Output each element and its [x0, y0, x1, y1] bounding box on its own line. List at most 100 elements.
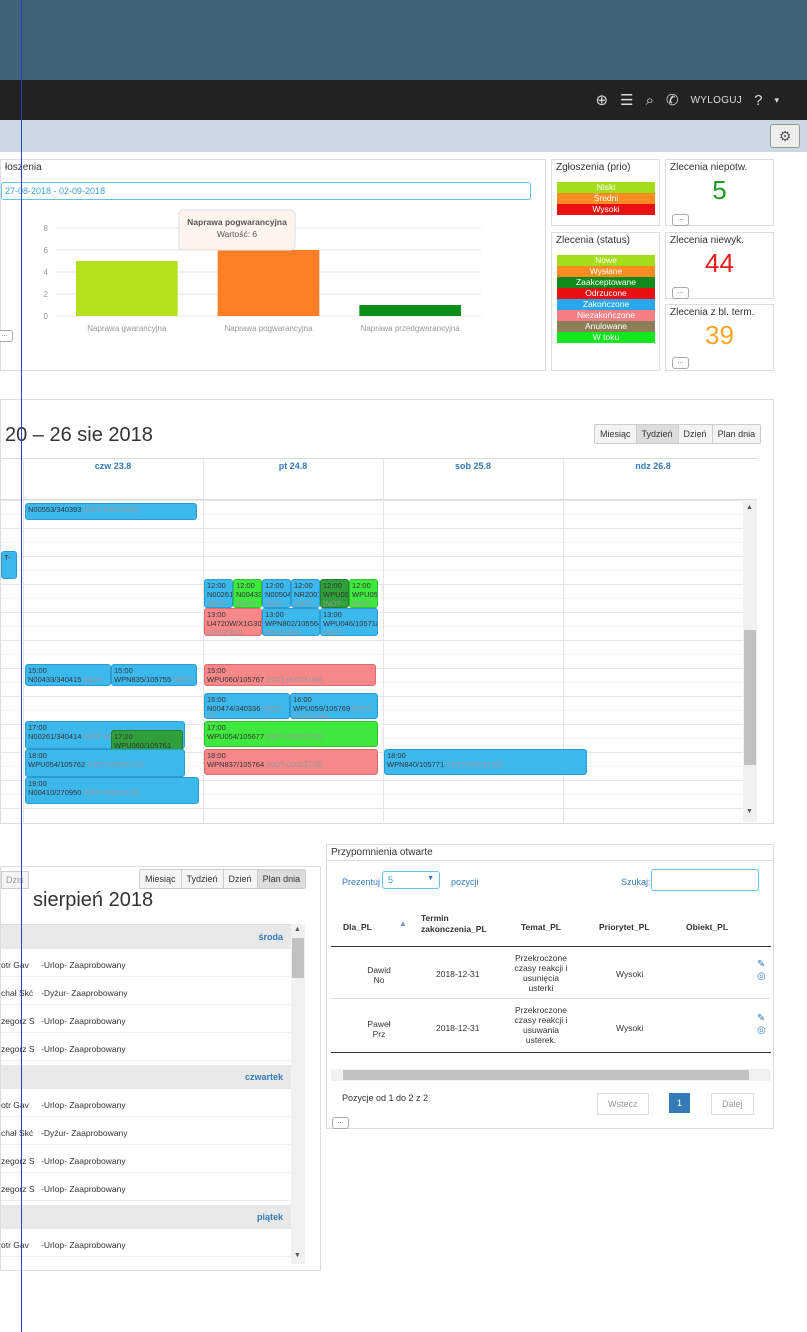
edit-icon[interactable]: ✎	[757, 959, 765, 970]
date-range-input[interactable]: 27-08-2018 - 02-09-2018	[1, 182, 531, 200]
view-day-button[interactable]: Dzień	[678, 425, 713, 443]
chevron-down-icon[interactable]: ▾	[774, 95, 779, 106]
view-week-button[interactable]: Tydzień	[636, 425, 679, 443]
event-code: (NOT-	[323, 599, 344, 608]
col-header[interactable]: Obiekt_PL	[686, 922, 728, 932]
plan-list: środa otr Gav -Urlop- Zaaprobowany chał Skć…	[1, 924, 291, 1264]
view-month-button[interactable]: Miesiąc	[140, 870, 182, 888]
navbar: ⊕ ☰ ⌕ ✆ WYLOGUJ ? ▾	[0, 80, 807, 120]
cell-prio: Wysoki	[616, 1023, 644, 1033]
calendar-event[interactable]: 12:00NR2007/ (NOT-	[291, 579, 320, 608]
calendar-event[interactable]: 12:00 N00261/ (NOT-	[204, 579, 233, 608]
stat-value: 44	[705, 248, 734, 278]
col-header[interactable]: Temat_PL	[521, 922, 561, 932]
check-circle-icon[interactable]: ◎	[757, 1025, 766, 1036]
scroll-up-icon[interactable]: ▲	[746, 504, 753, 511]
scroll-thumb[interactable]	[343, 1070, 749, 1080]
calendar-event[interactable]: 18:00 WPN837/105764 (NOT-00003176)	[204, 749, 378, 775]
scroll-down-icon[interactable]: ▼	[294, 1252, 301, 1259]
search-icon[interactable]: ⌕	[646, 92, 654, 109]
calendar-event[interactable]: 13:00 WPU046/105718 (NOT-	[320, 608, 378, 636]
plan-entry[interactable]: chał Skć -Dyżur- Zaaprobowany	[1, 981, 291, 1005]
prev-page-button[interactable]: Wstecz	[597, 1093, 649, 1115]
check-circle-icon[interactable]: ◎	[757, 971, 766, 982]
bar[interactable]	[76, 261, 178, 316]
more-button[interactable]: ...	[672, 287, 689, 299]
col-header[interactable]: Priorytet_PL	[599, 922, 650, 932]
gear-icon[interactable]: ⚙	[770, 124, 800, 148]
bar[interactable]	[217, 250, 320, 316]
calendar-event[interactable]: N00553/340393 (NOT-00002980)	[25, 503, 197, 520]
cell-who: Dawid No	[367, 965, 391, 985]
cell-topic: Przekroczone czasy reakcji i usunięcia u…	[514, 953, 568, 993]
plan-entry[interactable]: zegorz Szołty -Urlop- Zaaprobowany	[1, 1177, 291, 1201]
calendar-view-switch: Miesiąc Tydzień Dzień Plan dnia	[594, 424, 762, 444]
calendar-event[interactable]: 13:00 WPN802/105564 00002464)	[262, 608, 320, 636]
calendar-event[interactable]: T-	[1, 551, 17, 579]
legend-item: Zaakceptowane	[557, 277, 655, 288]
plan-entry[interactable]: zegorz Szoł -Urlop- Zaaprobowany	[1, 1037, 291, 1061]
calendar-event[interactable]: 12:00WPU052 (NOT-	[320, 579, 349, 608]
calendar-event[interactable]: 15:00 WPU060/105767 (NOT-00003185)	[204, 664, 376, 686]
table-row[interactable]: Dawid No 2018-12-31 Przekroczone czasy r…	[331, 947, 771, 999]
search-input[interactable]	[651, 869, 759, 891]
table-row[interactable]: Paweł Prz 2018-12-31 Przekroczone czasy …	[331, 999, 771, 1053]
event-title: N00553/340393	[28, 505, 82, 514]
add-circle-icon[interactable]: ⊕	[596, 91, 609, 109]
help-icon[interactable]: ?	[754, 92, 762, 109]
plan-entry[interactable]: chał Skć -Dyżur- Zaaprobowany	[1, 1261, 291, 1264]
plan-entry-person: chał Skć	[1, 1128, 34, 1138]
calendar-event[interactable]: 13:00 U4720W/X1G30C 00002307)	[204, 608, 262, 636]
calendar-event[interactable]: 12:00 WPU05 (NOT-	[349, 579, 378, 608]
calendar-event[interactable]: 12:00 N00433/ (NOT-	[233, 579, 262, 608]
plan-entry[interactable]: chał Skć -Dyżur- Zaaprobowany	[1, 1121, 291, 1145]
plan-entry[interactable]: otr Gav -Urlop- Zaaprobowany	[1, 1233, 291, 1257]
view-month-button[interactable]: Miesiąc	[595, 425, 637, 443]
more-button[interactable]: ...	[332, 1117, 349, 1129]
calendar-event[interactable]: 12:00 N00504/ (NOT-	[262, 579, 291, 608]
calendar-event[interactable]: 15:00WPN835/105755 (NOT-00003128)	[111, 664, 197, 686]
calendar-event[interactable]: 16:00 WPU059/105769 (NOT-00003188)	[290, 693, 378, 719]
calendar-event[interactable]: 16:00 N00474/340336 (NOT-00	[204, 693, 290, 719]
plan-view-switch: Miesiąc Tydzień Dzień Plan dnia	[139, 869, 307, 889]
horizontal-scrollbar[interactable]	[331, 1069, 771, 1081]
more-button[interactable]: ...	[672, 214, 689, 226]
view-week-button[interactable]: Tydzień	[181, 870, 224, 888]
plan-scrollbar[interactable]: ▲ ▼	[291, 924, 305, 1264]
list-icon[interactable]: ☰	[620, 91, 633, 109]
edit-icon[interactable]: ✎	[757, 1013, 765, 1024]
view-dayplan-button[interactable]: Plan dnia	[257, 870, 306, 888]
plan-entry[interactable]: zegorz Szolt -Urlop- Zaaprobowany	[1, 1009, 291, 1033]
sort-asc-icon[interactable]: ▲	[399, 919, 407, 928]
scroll-down-icon[interactable]: ▼	[746, 808, 753, 815]
calendar-event[interactable]: 18:00 WPN840/105771 (NOT-00003196)	[384, 749, 587, 775]
more-button[interactable]: ...	[0, 330, 13, 342]
next-page-button[interactable]: Dalej	[711, 1093, 754, 1115]
phone-icon[interactable]: ✆	[666, 91, 679, 109]
view-dayplan-button[interactable]: Plan dnia	[712, 425, 761, 443]
col-header[interactable]: Dla_PL	[343, 922, 372, 932]
event-time: 12:00	[236, 581, 255, 590]
calendar-scrollbar[interactable]: ▲ ▼	[743, 500, 757, 822]
view-day-button[interactable]: Dzień	[223, 870, 258, 888]
scroll-up-icon[interactable]: ▲	[294, 926, 301, 933]
page-size-select[interactable]: 5 ▼	[382, 871, 440, 889]
plan-entry[interactable]: otr Gav -Urlop- Zaaprobowany	[1, 1093, 291, 1117]
today-button[interactable]: Dziś	[1, 871, 29, 889]
calendar-event[interactable]: 19:00 N00410/270950 (NOT-00002276)	[25, 777, 199, 804]
more-button[interactable]: ...	[672, 357, 689, 369]
logout-link[interactable]: WYLOGUJ	[691, 95, 743, 106]
plan-entry-person: zegorz Szołty	[1, 1184, 35, 1194]
bar[interactable]	[359, 305, 461, 316]
plan-entry[interactable]: zegorz Szołty -Urlop- Zaaprobowany	[1, 1149, 291, 1173]
col-header[interactable]: Termin zakonczenia_PL	[421, 913, 491, 935]
plan-entry-type: -Urlop- Zaaprobowany	[41, 1156, 126, 1166]
scroll-thumb[interactable]	[292, 938, 304, 978]
page-1-button[interactable]: 1	[669, 1093, 691, 1113]
scroll-thumb[interactable]	[744, 630, 756, 765]
calendar-event[interactable]: 18:00 WPU054/105762 (NOT-00003178)	[25, 749, 185, 777]
plan-entry[interactable]: otr Gav -Urlop- Zaaprobowany	[1, 953, 291, 977]
calendar-event[interactable]: 15:00N00433/340415 (NOT-00	[25, 664, 111, 686]
event-code: (NOT-00002276)	[83, 788, 140, 797]
calendar-event[interactable]: 17:00 WPU054/105677 (NOT-00002729)	[204, 721, 378, 747]
